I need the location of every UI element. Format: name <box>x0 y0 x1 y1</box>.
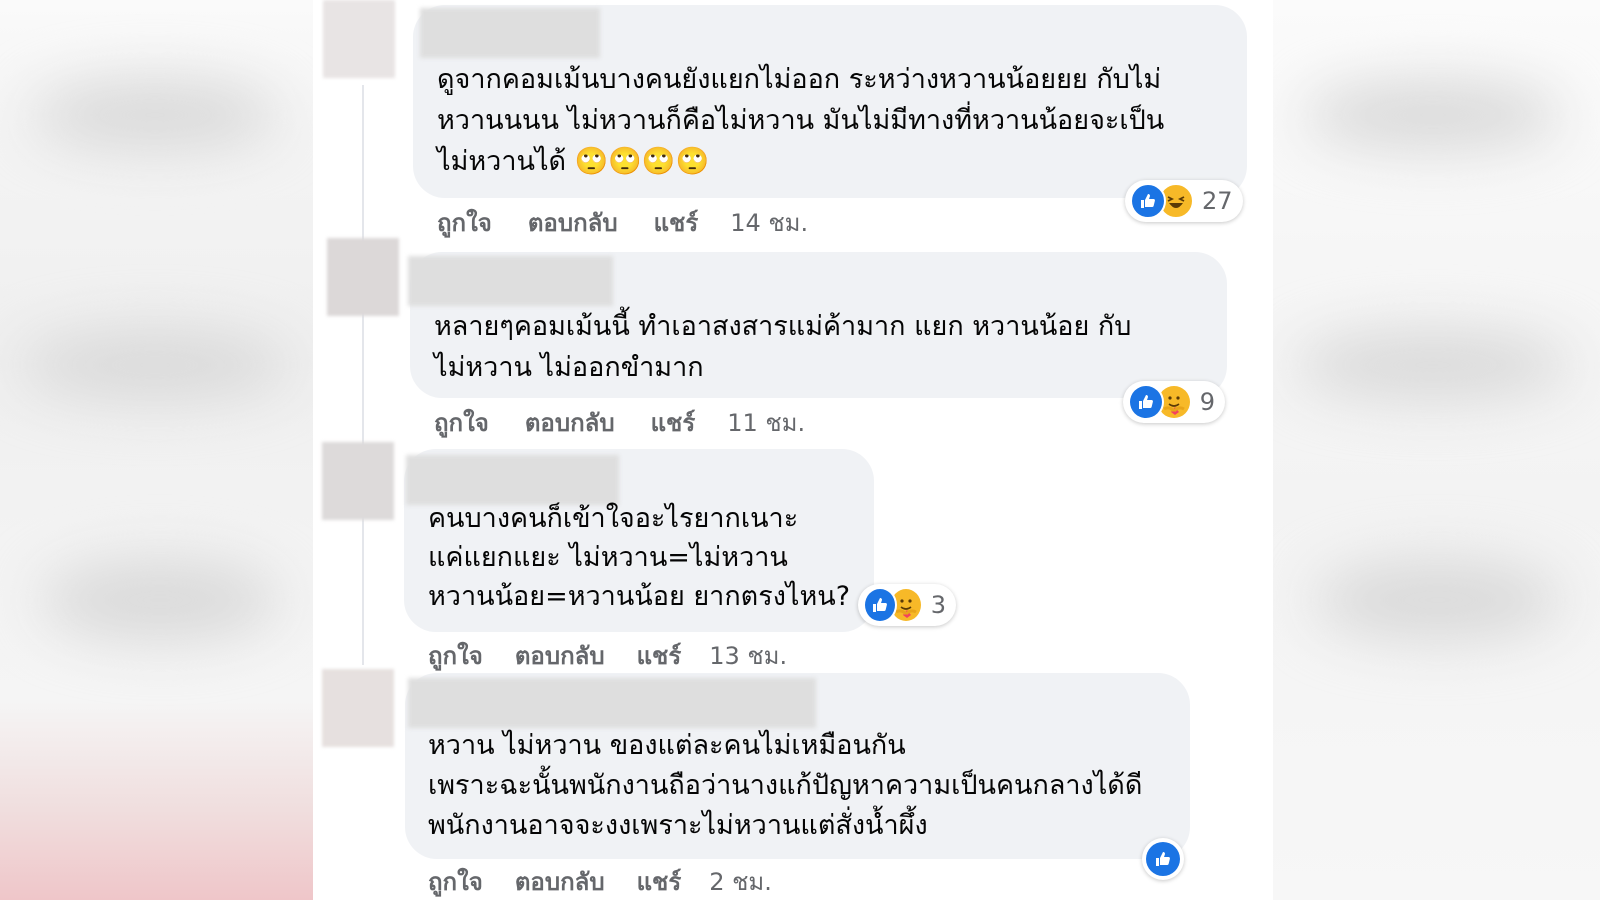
comment-line: พนักงานอาจจะงงเพราะไม่หวานแต่สั่งน้ำผึ้ง <box>428 810 928 841</box>
comment-line: หลายๆคอมเม้นนี้ ทำเอาสงสารแม่ค้ามาก แยก … <box>434 311 1132 342</box>
comment-actions: ถูกใจ ตอบกลับ แชร์ 13 ชม. <box>428 636 787 675</box>
avatar[interactable] <box>323 0 395 78</box>
reaction-count: 3 <box>930 591 946 619</box>
reaction-summary[interactable]: 3 <box>858 584 956 626</box>
comment-text: ดูจากคอมเม้นบางคนยังแยกไม่ออก ระหว่างหวา… <box>437 59 1164 182</box>
like-button[interactable]: ถูกใจ <box>428 636 483 675</box>
commenter-name[interactable] <box>420 8 600 58</box>
comment-timestamp[interactable]: 11 ชม. <box>727 403 805 442</box>
reply-button[interactable]: ตอบกลับ <box>515 862 605 900</box>
reply-button[interactable]: ตอบกลับ <box>515 636 605 675</box>
left-blurred-background <box>0 0 313 900</box>
reaction-count: 9 <box>1199 388 1215 416</box>
share-button[interactable]: แชร์ <box>637 862 682 900</box>
like-icon <box>1130 183 1166 219</box>
commenter-name[interactable] <box>408 678 816 728</box>
like-icon <box>863 587 897 623</box>
like-button[interactable]: ถูกใจ <box>437 203 492 242</box>
commenter-name[interactable] <box>408 256 613 306</box>
comment-actions: ถูกใจ ตอบกลับ แชร์ 2 ชม. <box>428 862 772 900</box>
reply-button[interactable]: ตอบกลับ <box>528 203 618 242</box>
like-icon <box>1128 384 1164 420</box>
comment-line: หวานน้อย=หวานน้อย ยากตรงไหน? <box>428 581 851 612</box>
like-button[interactable]: ถูกใจ <box>434 403 489 442</box>
avatar[interactable] <box>322 669 394 747</box>
comment-line: คนบางคนก็เข้าใจอะไรยากเนาะ <box>428 503 799 534</box>
comment-actions: ถูกใจ ตอบกลับ แชร์ 14 ชม. <box>437 203 808 242</box>
comment-line: ไม่หวานได้ 🙄🙄🙄🙄 <box>437 146 710 177</box>
share-button[interactable]: แชร์ <box>651 403 696 442</box>
avatar[interactable] <box>322 442 394 520</box>
reaction-count: 27 <box>1202 187 1233 215</box>
comment-text: หลายๆคอมเม้นนี้ ทำเอาสงสารแม่ค้ามาก แยก … <box>434 306 1131 388</box>
share-button[interactable]: แชร์ <box>637 636 682 675</box>
comment-text: หวาน ไม่หวาน ของแต่ละคนไม่เหมือนกัน เพรา… <box>428 726 1142 846</box>
comment-timestamp[interactable]: 2 ชม. <box>709 862 772 900</box>
commenter-name[interactable] <box>406 455 619 505</box>
reaction-summary[interactable]: 9 <box>1123 381 1225 423</box>
comment-text: คนบางคนก็เข้าใจอะไรยากเนาะ แค่แยกแยะ ไม่… <box>428 499 850 616</box>
share-button[interactable]: แชร์ <box>654 203 699 242</box>
comment-line: เพราะฉะนั้นพนักงานถือว่านางแก้ปัญหาความเ… <box>428 770 1143 801</box>
comment-line: หวาน ไม่หวาน ของแต่ละคนไม่เหมือนกัน <box>428 730 906 761</box>
avatar[interactable] <box>327 238 399 316</box>
comment-line: ไม่หวาน ไม่ออกขำมาก <box>434 352 704 383</box>
like-button[interactable]: ถูกใจ <box>428 862 483 900</box>
right-blurred-background <box>1273 0 1600 900</box>
reaction-summary[interactable] <box>1142 838 1184 880</box>
like-icon <box>1146 842 1180 876</box>
thread-line <box>362 85 364 665</box>
reaction-summary[interactable]: 27 <box>1125 180 1243 222</box>
comment-line: ดูจากคอมเม้นบางคนยังแยกไม่ออก ระหว่างหวา… <box>437 64 1162 95</box>
comment-line: แค่แยกแยะ ไม่หวาน=ไม่หวาน <box>428 542 788 573</box>
comment-timestamp[interactable]: 13 ชม. <box>709 636 787 675</box>
reply-button[interactable]: ตอบกลับ <box>525 403 615 442</box>
comment-actions: ถูกใจ ตอบกลับ แชร์ 11 ชม. <box>434 403 805 442</box>
comment-timestamp[interactable]: 14 ชม. <box>730 203 808 242</box>
comment-line: หวานนนน ไม่หวานก็คือไม่หวาน มันไม่มีทางท… <box>437 105 1165 136</box>
